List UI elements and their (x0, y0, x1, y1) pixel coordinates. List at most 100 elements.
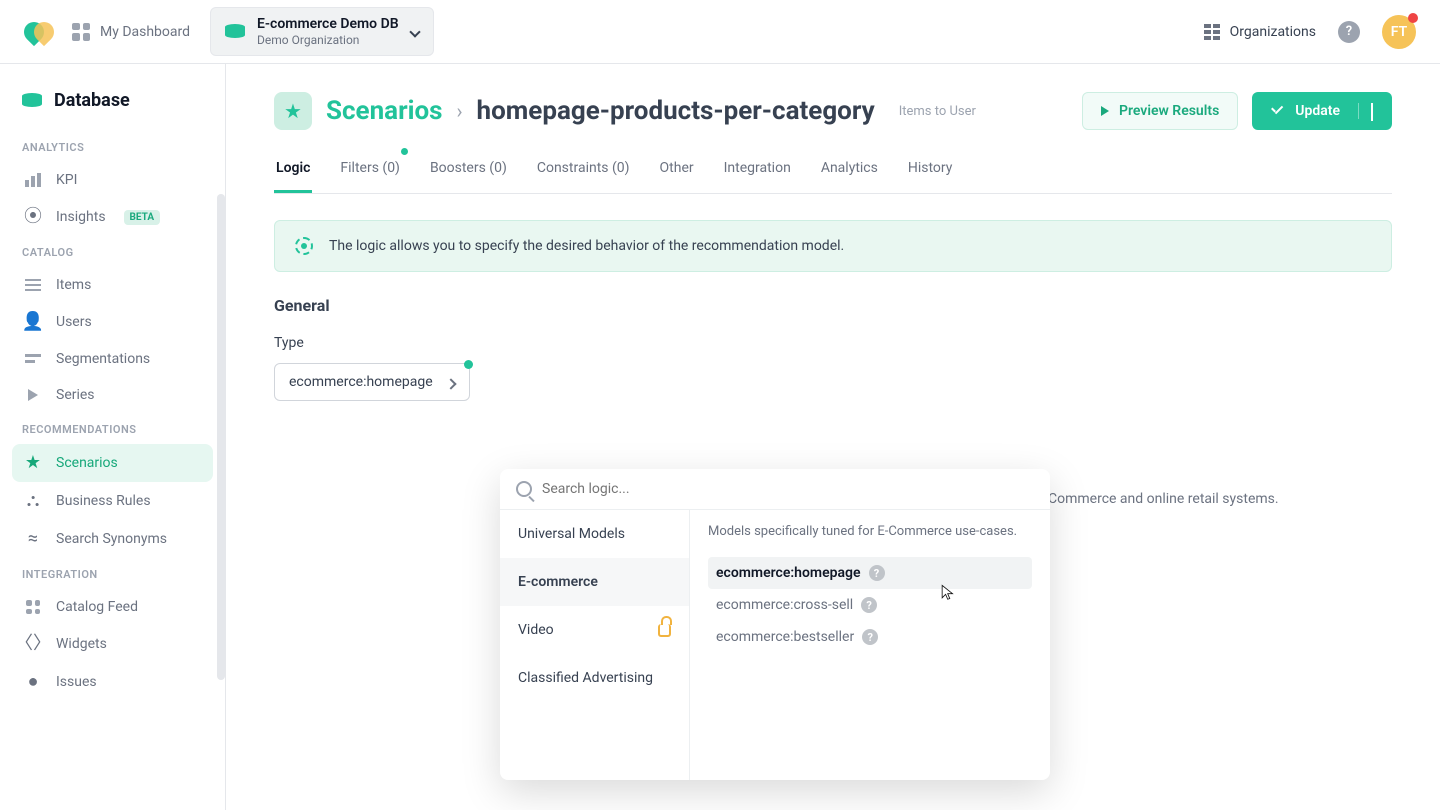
database-text: E-commerce Demo DB Demo Organization (257, 16, 399, 47)
avatar-initials: FT (1391, 24, 1407, 40)
main-content: ★ Scenarios › homepage-products-per-cate… (226, 64, 1440, 810)
dropdown-description: Models specifically tuned for E-Commerce… (708, 524, 1032, 539)
sidebar-label: Widgets (56, 636, 107, 652)
database-org: Demo Organization (257, 33, 399, 47)
sidebar-item-items[interactable]: Items (12, 267, 213, 303)
tab-other[interactable]: Other (658, 152, 696, 193)
sidebar-item-series[interactable]: Series (12, 377, 213, 413)
bar-chart-icon (24, 173, 42, 187)
play-icon (24, 389, 42, 401)
group-header-catalog: CATALOG (12, 236, 213, 267)
category-ecommerce[interactable]: E-commerce (500, 558, 689, 606)
topbar-left: My Dashboard E-commerce Demo DB Demo Org… (24, 7, 434, 56)
dropdown-options-panel: Models specifically tuned for E-Commerce… (690, 510, 1050, 780)
category-label: Video (518, 622, 554, 638)
sidebar-label: Business Rules (56, 493, 151, 509)
segment-icon (24, 354, 42, 364)
tabs: Logic Filters (0) Boosters (0) Constrain… (274, 152, 1392, 194)
sidebar-label: Segmentations (56, 351, 150, 367)
my-dashboard-link[interactable]: My Dashboard (72, 23, 190, 41)
avatar[interactable]: FT (1382, 15, 1416, 49)
tab-integration[interactable]: Integration (722, 152, 793, 193)
page-meta: Items to User (899, 104, 976, 119)
insights-icon: ⦿ (24, 208, 42, 226)
sidebar-item-scenarios[interactable]: ★ Scenarios (12, 444, 213, 482)
sidebar-item-search-synonyms[interactable]: ≈ Search Synonyms (12, 520, 213, 558)
logic-dropdown: Universal Models E-commerce Video Classi… (500, 469, 1050, 780)
help-icon[interactable]: ? (862, 629, 878, 645)
sidebar-label: Catalog Feed (56, 599, 138, 615)
option-label: ecommerce:cross-sell (716, 597, 853, 613)
database-icon (225, 24, 245, 40)
database-icon (22, 93, 42, 109)
breadcrumb: ★ Scenarios › homepage-products-per-cate… (274, 92, 976, 130)
organizations-link[interactable]: Organizations (1204, 24, 1316, 40)
chevron-up-icon (445, 378, 456, 389)
sidebar-item-kpi[interactable]: KPI (12, 162, 213, 198)
tab-history[interactable]: History (906, 152, 955, 193)
sidebar-item-users[interactable]: 👤 Users (12, 303, 213, 341)
sidebar-label: Items (56, 277, 91, 293)
update-split-icon[interactable] (1358, 103, 1373, 119)
update-button[interactable]: Update (1252, 92, 1392, 130)
tab-logic[interactable]: Logic (274, 152, 312, 193)
sidebar-label: Users (56, 314, 92, 330)
alert-icon: ● (24, 673, 42, 691)
sidebar-label: Insights (56, 209, 106, 225)
synonyms-icon: ≈ (24, 530, 42, 548)
option-label: ecommerce:bestseller (716, 629, 854, 645)
option-ecommerce-bestseller[interactable]: ecommerce:bestseller ? (708, 621, 1032, 653)
type-select[interactable]: ecommerce:homepage (274, 363, 470, 401)
sidebar-label: Series (56, 387, 95, 403)
dropdown-categories: Universal Models E-commerce Video Classi… (500, 510, 690, 780)
tab-filters[interactable]: Filters (0) (338, 152, 402, 193)
category-classified-advertising[interactable]: Classified Advertising (500, 654, 689, 702)
category-universal-models[interactable]: Universal Models (500, 510, 689, 558)
app-logo-icon (24, 22, 52, 42)
help-icon[interactable]: ? (861, 597, 877, 613)
search-input[interactable] (542, 481, 1034, 497)
dropdown-search-row (500, 469, 1050, 510)
sidebar-item-insights[interactable]: ⦿ Insights BETA (12, 198, 213, 236)
info-banner: The logic allows you to specify the desi… (274, 220, 1392, 272)
category-video[interactable]: Video (500, 606, 689, 654)
topbar: My Dashboard E-commerce Demo DB Demo Org… (0, 0, 1440, 64)
my-dashboard-label: My Dashboard (100, 24, 190, 40)
list-icon (24, 279, 42, 291)
chevron-right-icon: › (457, 99, 463, 123)
preview-results-button[interactable]: Preview Results (1082, 92, 1238, 130)
general-heading: General (274, 296, 1392, 315)
help-icon[interactable]: ? (1338, 21, 1360, 43)
breadcrumb-root[interactable]: Scenarios (326, 96, 443, 126)
option-ecommerce-cross-sell[interactable]: ecommerce:cross-sell ? (708, 589, 1032, 621)
option-ecommerce-homepage[interactable]: ecommerce:homepage ? (708, 557, 1032, 589)
play-icon (1101, 106, 1109, 116)
category-label: E-commerce (518, 574, 598, 590)
database-selector[interactable]: E-commerce Demo DB Demo Organization (210, 7, 434, 56)
check-icon (1271, 106, 1285, 116)
sidebar-label: Issues (56, 674, 97, 690)
option-label: ecommerce:homepage (716, 565, 861, 581)
sidebar-item-business-rules[interactable]: ⛬ Business Rules (12, 482, 213, 520)
type-label: Type (274, 335, 1392, 351)
lock-icon (658, 624, 671, 637)
sidebar-item-widgets[interactable]: 〈〉 Widgets (12, 625, 213, 663)
update-label: Update (1295, 103, 1340, 119)
category-label: Classified Advertising (518, 670, 653, 686)
sidebar-database-header[interactable]: Database (12, 84, 213, 117)
sidebar-item-issues[interactable]: ● Issues (12, 663, 213, 701)
tab-constraints[interactable]: Constraints (0) (535, 152, 632, 193)
sidebar-label: Search Synonyms (56, 531, 167, 547)
chevron-down-icon (409, 26, 420, 37)
search-icon (516, 481, 532, 497)
feed-icon (24, 600, 42, 614)
sidebar-scrollbar[interactable] (217, 194, 225, 680)
sidebar-item-catalog-feed[interactable]: Catalog Feed (12, 589, 213, 625)
tab-boosters[interactable]: Boosters (0) (428, 152, 509, 193)
sidebar-item-segmentations[interactable]: Segmentations (12, 341, 213, 377)
tab-analytics[interactable]: Analytics (819, 152, 880, 193)
organizations-label: Organizations (1230, 24, 1316, 40)
help-icon[interactable]: ? (869, 565, 885, 581)
sidebar-label: Scenarios (56, 455, 118, 471)
category-label: Universal Models (518, 526, 625, 542)
